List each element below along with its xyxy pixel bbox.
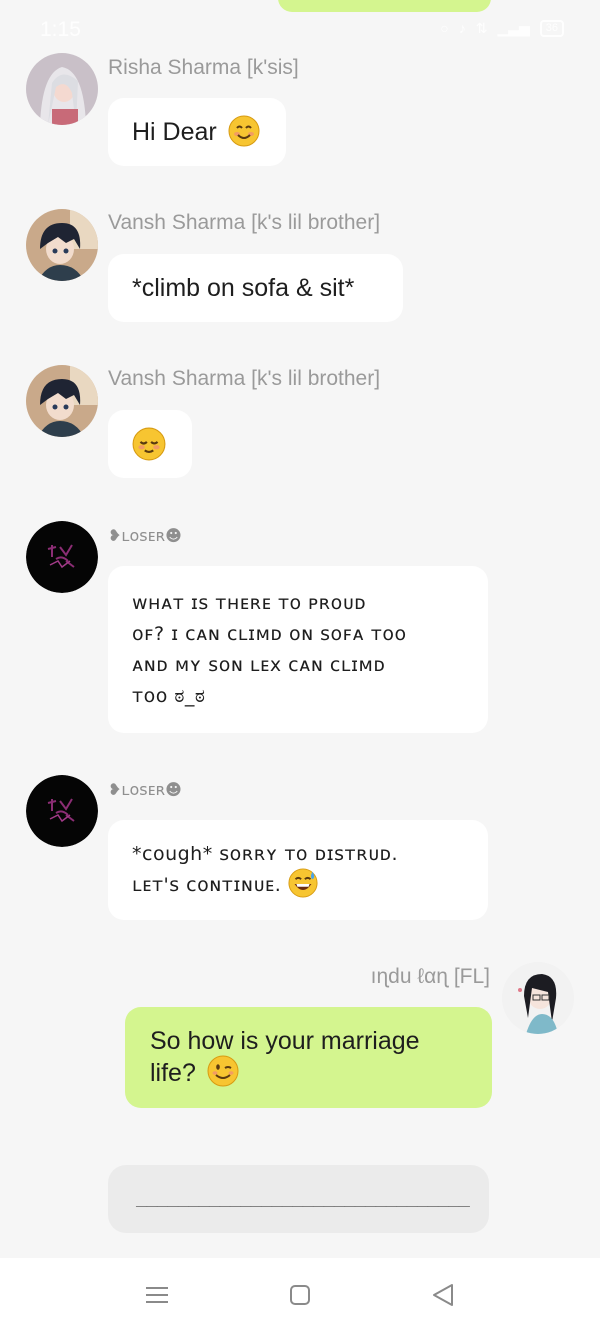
avatar[interactable] [502,962,574,1034]
message-input-value: ________________________________ [136,1189,470,1211]
message-text: Hi Dear [132,118,217,146]
avatar[interactable] [26,209,98,281]
smiling-face-icon [228,115,260,147]
avatar[interactable] [26,521,98,593]
message-bubble[interactable]: *cough* ꜱᴏʀʀʏ ᴛᴏ ᴅɪꜱᴛʀᴜᴅ. ʟᴇᴛ'ꜱ ᴄᴏɴᴛɪɴᴜᴇ… [108,820,488,920]
signal-icon: ▁▃▅ [497,20,530,36]
avatar[interactable] [26,775,98,847]
message-input[interactable]: ________________________________ [108,1165,489,1233]
message-item-mine: ıɳdu ℓαɳ [FL] So how is your marriage li… [0,962,600,1112]
message-line-text: ʟᴇᴛ'ꜱ ᴄᴏɴᴛɪɴᴜᴇ. [132,874,282,896]
message-text: *climb on sofa & sit* [132,274,355,302]
status-bar: 1:15 ○ ♪ ⇅ ▁▃▅ 36 [0,0,600,48]
data-icon: ⇅ [475,20,488,36]
status-icons: ○ ♪ ⇅ ▁▃▅ 36 [440,20,564,37]
message-line: ᴏꜰ? ɪ ᴄᴀɴ ᴄʟɪᴍᴅ ᴏɴ ꜱᴏꜰᴀ ᴛᴏᴏ [132,623,407,645]
avatar[interactable] [26,53,98,125]
message-line: ʟᴇᴛ'ꜱ ᴄᴏɴᴛɪɴᴜᴇ. [132,867,464,901]
home-icon[interactable] [285,1280,315,1310]
menu-icon[interactable] [142,1280,172,1310]
avatar[interactable] [26,365,98,437]
sender-name: ❥ʟᴏꜱᴇʀ☻ [108,780,182,799]
message-line: So how is your marriage [150,1027,420,1055]
silent-icon: ♪ [458,20,466,36]
message-line: ᴡʜᴀᴛ ɪꜱ ᴛʜᴇʀᴇ ᴛᴏ ᴘʀᴏᴜᴅ [132,592,367,614]
sender-name: Risha Sharma [k'sis] [108,56,299,79]
sender-name: ❥ʟᴏꜱᴇʀ☻ [108,526,182,545]
battery-icon: 36 [539,20,564,37]
message-item: ❥ʟᴏꜱᴇʀ☻ ᴡʜᴀᴛ ɪꜱ ᴛʜᴇʀᴇ ᴛᴏ ᴘʀᴏᴜᴅ ᴏꜰ? ɪ ᴄᴀɴ… [0,520,600,740]
winking-face-icon [207,1055,239,1087]
sender-name: Vansh Sharma [k's lil brother] [108,367,381,390]
message-item: Vansh Sharma [k's lil brother] [0,364,600,484]
back-icon[interactable] [428,1280,458,1310]
message-bubble[interactable]: *climb on sofa & sit* [108,254,403,322]
grinning-sweat-icon [288,867,318,898]
message-bubble[interactable]: ᴡʜᴀᴛ ɪꜱ ᴛʜᴇʀᴇ ᴛᴏ ᴘʀᴏᴜᴅ ᴏꜰ? ɪ ᴄᴀɴ ᴄʟɪᴍᴅ ᴏ… [108,566,488,733]
sender-name: Vansh Sharma [k's lil brother] [108,211,381,234]
relieved-face-icon [132,427,166,461]
message-line: ᴀɴᴅ ᴍʏ ꜱᴏɴ ʟᴇx ᴄᴀɴ ᴄʟɪᴍᴅ [132,654,386,676]
message-item: ❥ʟᴏꜱᴇʀ☻ *cough* ꜱᴏʀʀʏ ᴛᴏ ᴅɪꜱᴛʀᴜᴅ. ʟᴇᴛ'ꜱ … [0,774,600,924]
message-line: *cough* ꜱᴏʀʀʏ ᴛᴏ ᴅɪꜱᴛʀᴜᴅ. [132,843,399,865]
message-bubble[interactable]: So how is your marriage life? [125,1007,492,1108]
alarm-icon: ○ [440,20,449,36]
message-line: ᴛᴏᴏ ಠ_ಠ [132,685,206,707]
status-time: 1:15 [40,18,81,41]
message-line-text: life? [150,1059,196,1087]
navigation-bar [0,1258,600,1333]
previous-message-bubble [278,0,491,12]
message-item: Risha Sharma [k'sis] Hi Dear [0,52,600,172]
sender-name: ıɳdu ℓαɳ [FL] [370,965,490,988]
message-bubble[interactable]: Hi Dear [108,98,286,166]
message-line: life? [150,1055,467,1089]
message-item: Vansh Sharma [k's lil brother] *climb on… [0,208,600,328]
message-bubble[interactable] [108,410,192,478]
